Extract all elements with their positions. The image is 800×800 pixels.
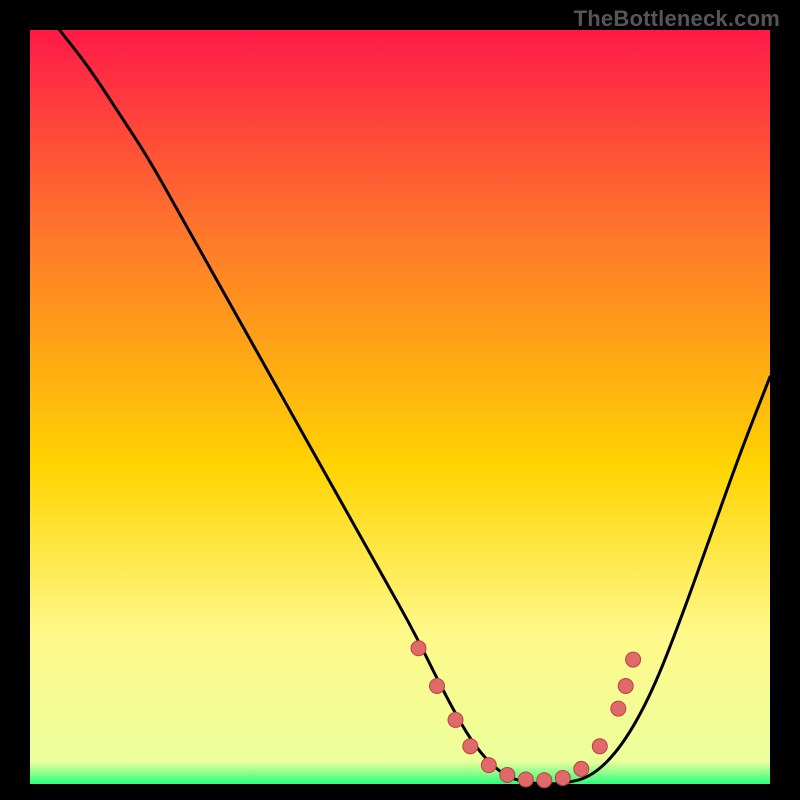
chart-canvas: TheBottleneck.com	[0, 0, 800, 800]
highlight-dot	[448, 712, 463, 727]
highlight-dot	[518, 772, 533, 787]
highlight-dot	[481, 758, 496, 773]
highlight-dot	[611, 701, 626, 716]
highlight-dot	[555, 770, 570, 785]
highlight-dot	[574, 761, 589, 776]
highlight-dot	[626, 652, 641, 667]
highlight-dot	[463, 739, 478, 754]
attribution-text: TheBottleneck.com	[574, 6, 780, 32]
highlight-dot	[500, 767, 515, 782]
highlight-dot	[411, 641, 426, 656]
highlight-dot	[592, 739, 607, 754]
highlight-dot	[618, 678, 633, 693]
highlight-dot	[430, 678, 445, 693]
highlight-dot	[537, 773, 552, 788]
plot-svg	[0, 0, 800, 800]
